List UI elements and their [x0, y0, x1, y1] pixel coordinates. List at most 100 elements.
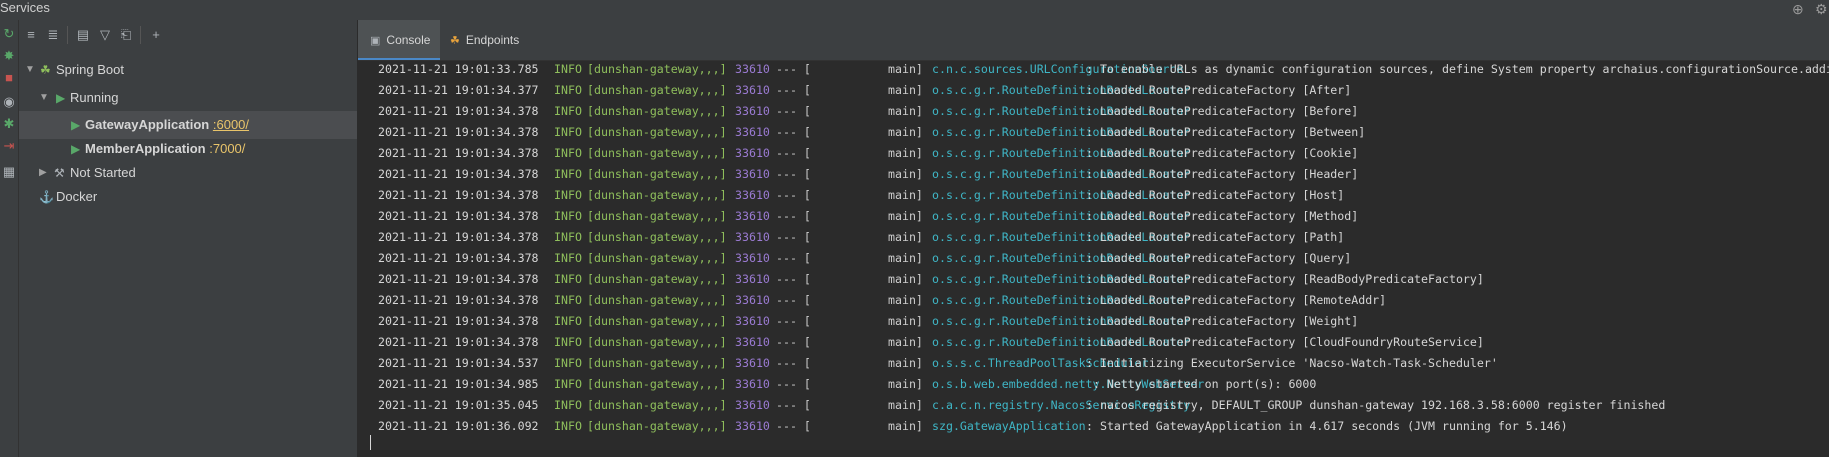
- log-pid: 33610: [735, 419, 770, 433]
- log-separator: --- [: [776, 356, 811, 370]
- console-line: 2021-11-21 19:01:35.045 INFO [dunshan-gate…: [368, 395, 1828, 416]
- log-thread: main]: [888, 83, 923, 97]
- log-timestamp: 2021-11-21 19:01:34.377: [378, 83, 539, 97]
- log-app-tag: [dunshan-gateway,,,]: [587, 83, 727, 97]
- log-level: INFO: [554, 272, 582, 286]
- more-options-icon[interactable]: ⚙: [1815, 1, 1828, 18]
- log-app-tag: [dunshan-gateway,,,]: [587, 335, 727, 349]
- log-level: INFO: [554, 419, 582, 433]
- log-separator: --- [: [776, 335, 811, 349]
- console-line: 2021-11-21 19:01:34.378 INFO [dunshan-gate…: [368, 143, 1828, 164]
- log-pid: 33610: [735, 209, 770, 223]
- log-message: : Started GatewayApplication in 4.617 se…: [1086, 419, 1568, 433]
- tree-node-label: Docker: [56, 189, 98, 204]
- rerun-icon[interactable]: ↻: [1, 26, 17, 42]
- tab-console[interactable]: ▣ Console: [358, 20, 440, 60]
- log-thread: main]: [888, 62, 923, 76]
- tree-node-docker[interactable]: ⚓ Docker: [19, 183, 357, 211]
- log-app-tag: [dunshan-gateway,,,]: [587, 209, 727, 223]
- log-app-tag: [dunshan-gateway,,,]: [587, 167, 727, 181]
- log-app-tag: [dunshan-gateway,,,]: [587, 62, 727, 76]
- log-separator: --- [: [776, 125, 811, 139]
- log-pid: 33610: [735, 167, 770, 181]
- settings-target-icon[interactable]: ⊕: [1792, 1, 1804, 18]
- log-message: : Loaded RoutePredicateFactory [Host]: [1086, 188, 1345, 202]
- filter-icon[interactable]: ▽: [96, 26, 114, 44]
- tree-node-label: Spring Boot: [56, 62, 124, 77]
- log-thread: main]: [888, 335, 923, 349]
- log-message: : Loaded RoutePredicateFactory [CloudFou…: [1086, 335, 1484, 349]
- collapse-all-icon[interactable]: ≣: [44, 26, 62, 44]
- log-message: : Loaded RoutePredicateFactory [Method]: [1086, 209, 1359, 223]
- log-pid: 33610: [735, 62, 770, 76]
- tree-node-label: MemberApplication: [85, 141, 206, 156]
- stop-icon[interactable]: ■: [1, 70, 17, 86]
- group-by-icon[interactable]: ▤: [74, 26, 92, 44]
- log-separator: --- [: [776, 188, 811, 202]
- log-thread: main]: [888, 314, 923, 328]
- tree-node-running[interactable]: ▼ ▶ Running: [19, 84, 357, 112]
- tree-node-label: GatewayApplication: [85, 117, 210, 132]
- toolbar-divider: [67, 26, 68, 44]
- expand-all-icon[interactable]: ≡: [22, 26, 40, 44]
- log-separator: --- [: [776, 272, 811, 286]
- log-message: : Loaded RoutePredicateFactory [Before]: [1086, 104, 1359, 118]
- log-app-tag: [dunshan-gateway,,,]: [587, 188, 727, 202]
- log-app-tag: [dunshan-gateway,,,]: [587, 230, 727, 244]
- log-separator: --- [: [776, 377, 811, 391]
- console-output[interactable]: 2021-11-21 19:01:33.785 INFO [dunshan-gate…: [358, 61, 1829, 457]
- console-line: 2021-11-21 19:01:36.092 INFO [dunshan-gate…: [368, 416, 1828, 437]
- log-app-tag: [dunshan-gateway,,,]: [587, 377, 727, 391]
- log-level: INFO: [554, 209, 582, 223]
- log-timestamp: 2021-11-21 19:01:35.045: [378, 398, 539, 412]
- log-thread: main]: [888, 209, 923, 223]
- log-message: : Loaded RoutePredicateFactory [Path]: [1086, 230, 1345, 244]
- console-line: 2021-11-21 19:01:34.378 INFO [dunshan-gate…: [368, 164, 1828, 185]
- log-separator: --- [: [776, 83, 811, 97]
- chevron-down-icon[interactable]: ▼: [39, 84, 49, 112]
- log-thread: main]: [888, 356, 923, 370]
- log-pid: 33610: [735, 356, 770, 370]
- log-timestamp: 2021-11-21 19:01:34.378: [378, 230, 539, 244]
- console-line: 2021-11-21 19:01:34.537 INFO [dunshan-gate…: [368, 353, 1828, 374]
- log-app-tag: [dunshan-gateway,,,]: [587, 146, 727, 160]
- gateway-port-link[interactable]: :6000/: [213, 117, 249, 132]
- console-line: 2021-11-21 19:01:34.377 INFO [dunshan-gate…: [368, 80, 1828, 101]
- tab-endpoints[interactable]: ☘ Endpoints: [450, 20, 540, 60]
- log-level: INFO: [554, 230, 582, 244]
- log-app-tag: [dunshan-gateway,,,]: [587, 104, 727, 118]
- member-port-link[interactable]: :7000/: [209, 141, 245, 156]
- layout-icon[interactable]: ▦: [1, 164, 17, 180]
- console-line: 2021-11-21 19:01:34.378 INFO [dunshan-gate…: [368, 206, 1828, 227]
- title-bar: Services ⊕ ⚙: [0, 0, 1829, 21]
- log-thread: main]: [888, 188, 923, 202]
- log-pid: 33610: [735, 251, 770, 265]
- log-app-tag: [dunshan-gateway,,,]: [587, 125, 727, 139]
- log-timestamp: 2021-11-21 19:01:34.378: [378, 167, 539, 181]
- exit-icon[interactable]: ⇥: [1, 138, 17, 154]
- console-line: 2021-11-21 19:01:34.378 INFO [dunshan-gate…: [368, 290, 1828, 311]
- log-timestamp: 2021-11-21 19:01:34.378: [378, 272, 539, 286]
- log-message: : Loaded RoutePredicateFactory [Cookie]: [1086, 146, 1359, 160]
- log-timestamp: 2021-11-21 19:01:34.537: [378, 356, 539, 370]
- log-timestamp: 2021-11-21 19:01:34.378: [378, 209, 539, 223]
- log-logger-name[interactable]: szg.GatewayApplication: [932, 416, 1086, 437]
- log-timestamp: 2021-11-21 19:01:34.378: [378, 125, 539, 139]
- new-tab-icon[interactable]: ⎗: [117, 26, 135, 44]
- log-timestamp: 2021-11-21 19:01:34.378: [378, 314, 539, 328]
- chevron-down-icon[interactable]: ▼: [25, 56, 35, 84]
- log-app-tag: [dunshan-gateway,,,]: [587, 293, 727, 307]
- tree-node-spring-boot[interactable]: ▼ ☘ Spring Boot: [19, 56, 357, 84]
- log-level: INFO: [554, 314, 582, 328]
- camera-icon[interactable]: ◉: [1, 94, 17, 110]
- log-separator: --- [: [776, 209, 811, 223]
- log-level: INFO: [554, 377, 582, 391]
- log-level: INFO: [554, 146, 582, 160]
- add-service-icon[interactable]: +: [147, 26, 165, 44]
- log-pid: 33610: [735, 335, 770, 349]
- profile-icon[interactable]: ✱: [1, 116, 17, 132]
- debug-icon[interactable]: ✸: [1, 48, 17, 64]
- log-thread: main]: [888, 377, 923, 391]
- log-timestamp: 2021-11-21 19:01:34.378: [378, 104, 539, 118]
- log-app-tag: [dunshan-gateway,,,]: [587, 398, 727, 412]
